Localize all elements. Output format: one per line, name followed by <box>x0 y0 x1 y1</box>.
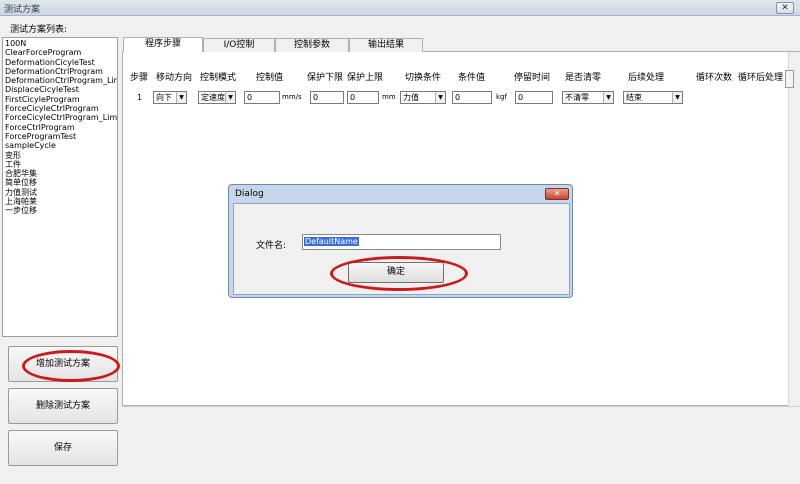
header-lower-limit: 保护下限 <box>307 73 344 83</box>
limit-unit: mm <box>382 93 396 101</box>
tab-output-results[interactable]: 输出结果 <box>349 38 423 52</box>
plan-list-item[interactable]: 上海帕莱 <box>5 197 115 206</box>
mode-value: 定速度 <box>201 93 225 102</box>
plan-list-item[interactable]: FirstCicyleProgram <box>5 95 115 104</box>
header-clear: 是否清零 <box>565 73 602 83</box>
header-mode: 控制模式 <box>200 73 237 83</box>
dwell-time-input[interactable]: 0 <box>515 91 553 104</box>
chevron-down-icon: ▼ <box>672 92 682 103</box>
file-name-value: DefaultName <box>304 237 359 246</box>
plan-list-item[interactable]: DeformationCtrlProgram_Limit <box>5 76 117 85</box>
plan-list-item[interactable]: sampleCycle <box>5 141 115 150</box>
step-number: 1 <box>137 93 143 102</box>
file-name-input[interactable]: DefaultName <box>302 234 501 250</box>
plan-list-item[interactable]: 变形 <box>5 151 115 160</box>
clear-value: 不清零 <box>565 93 589 102</box>
plan-list-item[interactable]: ForceCicyleCtrlProgram_Limit <box>5 113 117 122</box>
bottom-area <box>122 406 800 484</box>
header-condition-value: 条件值 <box>458 73 486 83</box>
plan-list-item[interactable]: DisplaceCicyleTest <box>5 85 115 94</box>
header-dwell-time: 停留时间 <box>514 73 551 83</box>
dialog-close-button[interactable]: ✕ <box>545 188 569 200</box>
dialog-title: Dialog <box>235 189 264 199</box>
chevron-down-icon: ▼ <box>225 92 235 103</box>
follow-up-value: 结束 <box>626 93 642 102</box>
switch-condition-value: 力值 <box>403 93 419 102</box>
chevron-down-icon: ▼ <box>435 92 445 103</box>
plan-list-item[interactable]: DeformationCicyleTest <box>5 58 115 67</box>
condition-unit: kgf <box>496 93 507 101</box>
plan-list-item[interactable]: 工件 <box>5 160 115 169</box>
plan-list[interactable]: 100N ClearForceProgram DeformationCicyleTe… <box>2 37 118 337</box>
tab-program-steps[interactable]: 程序步骤 <box>123 37 203 52</box>
direction-value: 向下 <box>156 93 172 102</box>
plan-list-item[interactable]: 力值测试 <box>5 188 115 197</box>
switch-condition-select[interactable]: 力值 ▼ <box>400 91 446 104</box>
tab-control-params[interactable]: 控制参数 <box>275 38 349 52</box>
plan-list-item[interactable]: ForceCicyleCtrlProgram <box>5 104 115 113</box>
plan-list-item[interactable]: 一步位移 <box>5 206 115 215</box>
lower-limit-input[interactable]: 0 <box>310 91 344 104</box>
clear-select[interactable]: 不清零 ▼ <box>562 91 614 104</box>
plan-list-title: 测试方案列表: <box>10 25 68 35</box>
header-after-cycle: 循环后处理 <box>738 73 784 83</box>
plan-list-item[interactable]: ClearForceProgram <box>5 48 115 57</box>
window-title: 测试方案 <box>4 5 41 15</box>
header-direction: 移动方向 <box>156 73 193 83</box>
plan-list-item[interactable]: ForceCtrlProgram <box>5 123 115 132</box>
window-close-button[interactable]: ✕ <box>776 2 794 14</box>
header-cycle-count: 循环次数 <box>696 73 733 83</box>
condition-value-input[interactable]: 0 <box>452 91 492 104</box>
header-follow-up: 后续处理 <box>628 73 665 83</box>
header-switch-condition: 切换条件 <box>405 73 442 83</box>
follow-up-select[interactable]: 结束 ▼ <box>623 91 683 104</box>
header-upper-limit: 保护上限 <box>347 73 384 83</box>
plan-list-item[interactable]: 100N <box>5 39 115 48</box>
chevron-down-icon: ▼ <box>176 92 186 103</box>
tab-io-control[interactable]: I/O控制 <box>203 38 275 52</box>
delete-plan-button[interactable]: 删除测试方案 <box>8 388 118 424</box>
highlight-circle-add <box>22 350 120 382</box>
header-step: 步骤 <box>130 73 149 83</box>
chevron-down-icon: ▼ <box>603 92 613 103</box>
save-button[interactable]: 保存 <box>8 430 118 466</box>
control-value-input[interactable]: 0 <box>244 91 280 104</box>
header-scroll-thumb[interactable] <box>785 70 794 88</box>
plan-list-item[interactable]: DeformationCtrlProgram <box>5 67 115 76</box>
plan-list-item[interactable]: ForceProgramTest <box>5 132 115 141</box>
highlight-circle-ok <box>330 256 468 291</box>
control-unit: mm/s <box>282 93 302 101</box>
direction-select[interactable]: 向下 ▼ <box>153 91 187 104</box>
mode-select[interactable]: 定速度 ▼ <box>198 91 236 104</box>
window-titlebar: 测试方案 ✕ <box>0 0 800 16</box>
header-control-value: 控制值 <box>256 73 284 83</box>
plan-list-item[interactable]: 简单位移 <box>5 178 115 187</box>
upper-limit-input[interactable]: 0 <box>347 91 379 104</box>
pane-scrollbar[interactable] <box>788 52 800 406</box>
file-name-label: 文件名: <box>256 241 287 251</box>
